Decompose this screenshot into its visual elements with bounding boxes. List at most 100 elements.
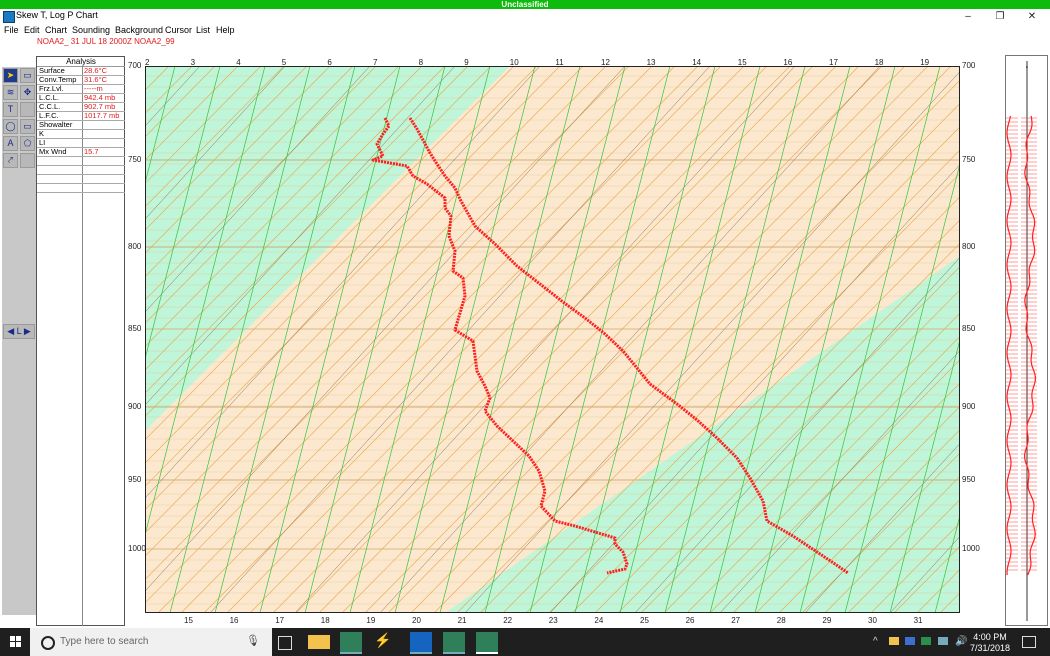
wind-tool-icon[interactable]: ≋ xyxy=(3,85,18,100)
pressure-label-left: 900 xyxy=(128,402,142,411)
bottom-tick-label: 22 xyxy=(503,616,513,625)
text-tool-icon[interactable]: A xyxy=(3,136,18,151)
analysis-row-empty xyxy=(37,166,125,175)
menu-edit[interactable]: Edit xyxy=(24,25,40,35)
restore-button[interactable]: ❐ xyxy=(984,9,1016,24)
rectangle-tool-icon[interactable]: ▭ xyxy=(20,119,35,134)
outlook-icon[interactable] xyxy=(410,632,432,654)
menu-list[interactable]: List xyxy=(196,25,210,35)
top-tick-label: 9 xyxy=(464,58,469,67)
bottom-tick-label: 25 xyxy=(640,616,649,625)
bottom-tick-label: 23 xyxy=(548,616,558,625)
menu-cursor[interactable]: Cursor xyxy=(165,25,192,35)
wind-profile-panel: ∘ xyxy=(1005,55,1048,626)
weather-app-icon[interactable]: ⚡ xyxy=(374,632,396,652)
pressure-label-right: 850 xyxy=(962,324,976,333)
bottom-tick-label: 27 xyxy=(731,616,741,625)
bottom-tick-label: 16 xyxy=(229,616,239,625)
top-tick-label: 11 xyxy=(555,58,564,67)
window-title: Skew T, Log P Chart xyxy=(16,10,98,20)
top-tick-label: 16 xyxy=(783,58,793,67)
top-tick-label: 8 xyxy=(418,58,424,67)
analysis-row-showalter: Showalter xyxy=(37,121,125,130)
skew-t-chart[interactable] xyxy=(145,66,960,613)
top-tick-label: 6 xyxy=(327,58,332,67)
analysis-row-empty xyxy=(37,157,125,166)
top-tick-label: 13 xyxy=(646,58,656,67)
windows-start-icon[interactable] xyxy=(10,636,22,648)
bottom-tick-label: 29 xyxy=(822,616,832,625)
mail-tray-icon[interactable] xyxy=(889,637,899,645)
blank-tool-icon[interactable] xyxy=(20,102,35,117)
ellipse-tool-icon[interactable]: ◯ xyxy=(3,119,18,134)
svg-text:∘: ∘ xyxy=(1025,65,1029,71)
windows-taskbar: Type here to search 🎙 ⚡ ^ 🔊 4:00 PM 7/31… xyxy=(0,628,1050,656)
skewt-app-icon-2[interactable] xyxy=(443,632,465,654)
thermometer-icon[interactable]: T xyxy=(3,102,18,117)
close-button[interactable]: ✕ xyxy=(1016,9,1048,24)
analysis-row-max-wind: Mx Wnd 15.7 xyxy=(37,148,125,157)
bottom-tick-label: 19 xyxy=(366,616,376,625)
action-center-icon[interactable] xyxy=(1022,636,1036,648)
skewt-app-icon-active[interactable] xyxy=(476,632,498,654)
clock-date: 7/31/2018 xyxy=(969,643,1010,653)
polygon-tool-icon[interactable]: ⬠ xyxy=(20,136,35,151)
task-view-icon[interactable] xyxy=(278,636,292,650)
top-tick-label: 10 xyxy=(509,58,519,67)
pressure-label-right: 1000 xyxy=(962,544,980,553)
clock-time: 4:00 PM xyxy=(973,632,1007,642)
app-tray-icon[interactable] xyxy=(905,637,915,645)
top-tick-label: 12 xyxy=(601,58,610,67)
title-bar: Skew T, Log P Chart – ❐ ✕ xyxy=(0,9,1050,24)
menu-sounding[interactable]: Sounding xyxy=(72,25,110,35)
bottom-tick-label: 24 xyxy=(594,616,604,625)
select-region-icon[interactable]: ▭ xyxy=(20,68,35,83)
top-tick-label: 5 xyxy=(281,58,287,67)
classification-banner: Unclassified xyxy=(0,0,1050,9)
skewt-app-icon[interactable] xyxy=(340,632,362,654)
network-tray-icon[interactable] xyxy=(921,637,931,645)
empty-tool-icon[interactable] xyxy=(20,153,35,168)
cortana-icon xyxy=(41,636,55,650)
volume-icon[interactable]: 🔊 xyxy=(955,636,967,647)
bottom-tick-label: 30 xyxy=(868,616,877,625)
bottom-tick-label: 21 xyxy=(457,616,467,625)
bottom-tick-label: 26 xyxy=(685,616,695,625)
pressure-label-left: 950 xyxy=(128,475,142,484)
display-tray-icon[interactable] xyxy=(938,637,948,645)
pointer-tool-icon[interactable]: ➤ xyxy=(3,68,18,83)
analysis-row-empty xyxy=(37,184,125,193)
menu-help[interactable]: Help xyxy=(216,25,235,35)
bottom-tick-label: 31 xyxy=(913,616,923,625)
pressure-label-left: 750 xyxy=(128,155,142,164)
top-tick-label: 7 xyxy=(373,58,378,67)
search-placeholder: Type here to search xyxy=(60,636,149,647)
menu-file[interactable]: File xyxy=(4,25,19,35)
menu-chart[interactable]: Chart xyxy=(45,25,67,35)
bottom-tick-label: 17 xyxy=(275,616,285,625)
taskbar-search-box[interactable]: Type here to search 🎙 xyxy=(30,628,272,656)
tray-overflow-icon[interactable]: ^ xyxy=(873,636,878,647)
level-scroll-control[interactable]: ◀ L ▶ xyxy=(3,324,35,339)
top-tick-label: 17 xyxy=(829,58,838,67)
minimize-button[interactable]: – xyxy=(952,9,984,24)
pressure-label-right: 950 xyxy=(962,475,976,484)
microphone-icon[interactable]: 🎙 xyxy=(246,634,260,647)
sounding-subtitle: NOAA2_ 31 JUL 18 2000Z NOAA2_99 xyxy=(37,37,175,46)
analysis-row-empty xyxy=(37,175,125,184)
file-explorer-icon[interactable] xyxy=(308,635,330,649)
bottom-tick-label: 18 xyxy=(320,616,330,625)
wind-profile-plot: ∘ xyxy=(1006,61,1037,621)
app-icon xyxy=(3,11,15,23)
menu-background[interactable]: Background xyxy=(115,25,163,35)
top-tick-label: 18 xyxy=(874,58,884,67)
skew-t-plot[interactable] xyxy=(145,66,960,613)
pressure-label-right: 900 xyxy=(962,402,976,411)
pressure-label-left: 800 xyxy=(128,242,142,251)
analysis-row-k-index: K xyxy=(37,130,125,139)
line-tool-icon[interactable]: ⤤ xyxy=(3,153,18,168)
clock[interactable]: 4:00 PM 7/31/2018 xyxy=(970,632,1010,654)
move-tool-icon[interactable]: ✥ xyxy=(20,85,35,100)
bottom-tick-label: 15 xyxy=(184,616,193,625)
pressure-label-right: 700 xyxy=(962,61,976,70)
